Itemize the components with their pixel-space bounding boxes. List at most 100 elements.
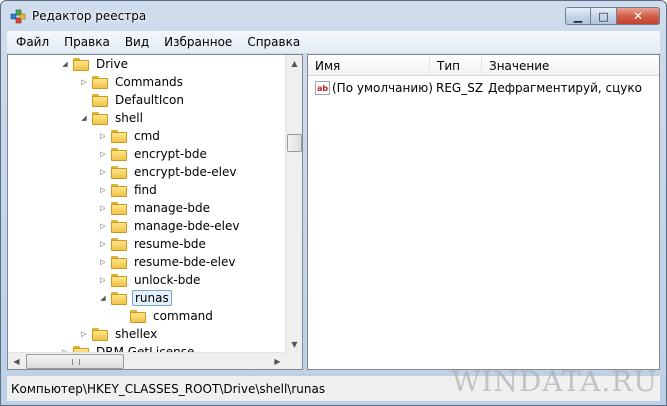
tree-node-label: shell [115,111,143,125]
regedit-app-icon [10,9,26,24]
tree-node-label: manage-bde [134,201,210,215]
tree-node-label: encrypt-bde [134,147,207,161]
status-path: Компьютер\HKEY_CLASSES_ROOT\Drive\shell\… [11,381,326,396]
value-name: (По умолчанию) [332,81,433,95]
minimize-icon: ▁ [573,9,583,23]
tree-node-shell[interactable]: ◢ shell [79,109,145,127]
caption-buttons: ▁ □ ✕ [565,7,660,25]
column-header-type[interactable]: Тип [430,55,482,76]
folder-icon [111,165,127,179]
string-value-icon: ab [315,81,330,95]
tree-node-label: encrypt-bde-elev [134,165,237,179]
collapse-arrow-icon[interactable]: ◢ [60,60,70,68]
folder-icon [111,255,127,269]
tree-node-label: cmd [134,129,160,143]
tree-node-encrypt-bde-elev[interactable]: ▷ encrypt-bde-elev [98,163,238,181]
maximize-button[interactable]: □ [591,7,617,25]
expand-arrow-icon[interactable]: ▷ [98,150,108,158]
tree-node-manage-bde-elev[interactable]: ▷ manage-bde-elev [98,217,241,235]
expand-arrow-icon[interactable]: ▷ [79,330,89,338]
tree-horizontal-scroll-thumb[interactable] [26,354,124,369]
scroll-left-arrow-icon[interactable]: ◀ [8,353,25,369]
expand-arrow-icon[interactable]: ▷ [98,186,108,194]
tree-node-manage-bde[interactable]: ▷ manage-bde [98,199,212,217]
registry-editor-window: Редактор реестра ▁ □ ✕ Файл Правка Вид И… [0,0,667,406]
folder-icon [111,219,127,233]
collapse-arrow-icon[interactable]: ◢ [79,114,89,122]
tree-node-label: Commands [115,75,183,89]
tree-node-cmd[interactable]: ▷ cmd [98,127,162,145]
tree-node-runas[interactable]: ◢ runas [98,289,172,307]
folder-icon [92,75,108,89]
maximize-icon: □ [598,9,609,23]
value-data: Дефрагментируй, сцуко [488,81,642,95]
folder-icon [111,273,127,287]
scroll-right-arrow-icon[interactable]: ▶ [269,353,286,369]
menu-bar: Файл Правка Вид Избранное Справка [7,31,660,53]
expand-arrow-icon[interactable]: ▷ [98,222,108,230]
value-type: REG_SZ [436,81,484,95]
expand-arrow-icon[interactable]: ▷ [79,78,89,86]
title-bar[interactable]: Редактор реестра ▁ □ ✕ [1,1,666,31]
tree-vertical-scrollbar[interactable]: ▲ ▼ [285,55,302,353]
tree-node-label: Drive [96,57,128,71]
folder-icon [111,237,127,251]
watermark: WINDATA.RU [451,365,658,398]
tree-node-label: manage-bde-elev [134,219,240,233]
tree-node-resume-bde-elev[interactable]: ▷ resume-bde-elev [98,253,237,271]
folder-icon [92,93,108,107]
tree-node-shellex[interactable]: ▷ shellex [79,325,159,343]
key-tree-pane[interactable]: ◢ Drive ▷ Commands DefaultIcon ◢ shell ▷ cmd ▷ enc… [7,54,303,370]
folder-icon [111,147,127,161]
folder-icon [111,201,127,215]
folder-icon [92,111,108,125]
menu-help[interactable]: Справка [238,35,306,49]
tree-node-resume-bde[interactable]: ▷ resume-bde [98,235,208,253]
menu-favorites[interactable]: Избранное [155,35,238,49]
expand-arrow-icon[interactable]: ▷ [98,276,108,284]
minimize-button[interactable]: ▁ [565,7,591,25]
tree-node-encrypt-bde[interactable]: ▷ encrypt-bde [98,145,209,163]
list-header: Имя Тип Значение [308,55,659,76]
menu-edit[interactable]: Правка [55,35,116,49]
tree-node-command[interactable]: command [117,307,215,325]
tree-node-label: resume-bde [134,237,206,251]
tree-node-drive[interactable]: ◢ Drive [60,55,130,73]
scroll-up-arrow-icon[interactable]: ▲ [286,55,302,72]
tree-node-commands[interactable]: ▷ Commands [79,73,185,91]
expand-arrow-icon[interactable]: ▷ [98,204,108,212]
close-button[interactable]: ✕ [617,7,660,25]
expand-arrow-icon[interactable]: ▷ [98,258,108,266]
scrollbar-corner [285,352,302,369]
key-tree: ◢ Drive ▷ Commands DefaultIcon ◢ shell ▷ cmd ▷ enc… [8,55,286,353]
folder-icon [111,129,127,143]
column-header-value[interactable]: Значение [482,55,659,76]
menu-view[interactable]: Вид [116,35,155,49]
tree-node-label: unlock-bde [134,273,201,287]
scroll-grip-icon [72,359,80,365]
tree-node-defaulticon[interactable]: DefaultIcon [79,91,186,109]
list-item[interactable]: ab (По умолчанию) REG_SZ Дефрагментируй,… [308,79,642,97]
collapse-arrow-icon[interactable]: ◢ [98,294,108,302]
tree-node-label: DefaultIcon [115,93,184,107]
values-list-pane[interactable]: Имя Тип Значение ab (По умолчанию) REG_S… [307,54,660,370]
folder-icon [111,183,127,197]
folder-icon [130,309,146,323]
tree-node-label: shellex [115,327,158,341]
tree-node-label: find [134,183,157,197]
scroll-down-arrow-icon[interactable]: ▼ [286,336,302,353]
tree-node-unlock-bde[interactable]: ▷ unlock-bde [98,271,202,289]
tree-node-label: runas [132,290,172,306]
folder-icon [92,327,108,341]
column-header-name[interactable]: Имя [308,55,430,76]
folder-icon [73,57,89,71]
tree-horizontal-scrollbar[interactable]: ◀ ▶ [8,352,286,369]
expand-arrow-icon[interactable]: ▷ [98,240,108,248]
expand-arrow-icon[interactable]: ▷ [98,168,108,176]
window-title: Редактор реестра [32,9,147,23]
tree-node-find[interactable]: ▷ find [98,181,159,199]
tree-vertical-scroll-thumb[interactable] [287,134,302,152]
expand-arrow-icon[interactable]: ▷ [98,132,108,140]
menu-file[interactable]: Файл [7,35,55,49]
folder-icon [111,291,127,305]
